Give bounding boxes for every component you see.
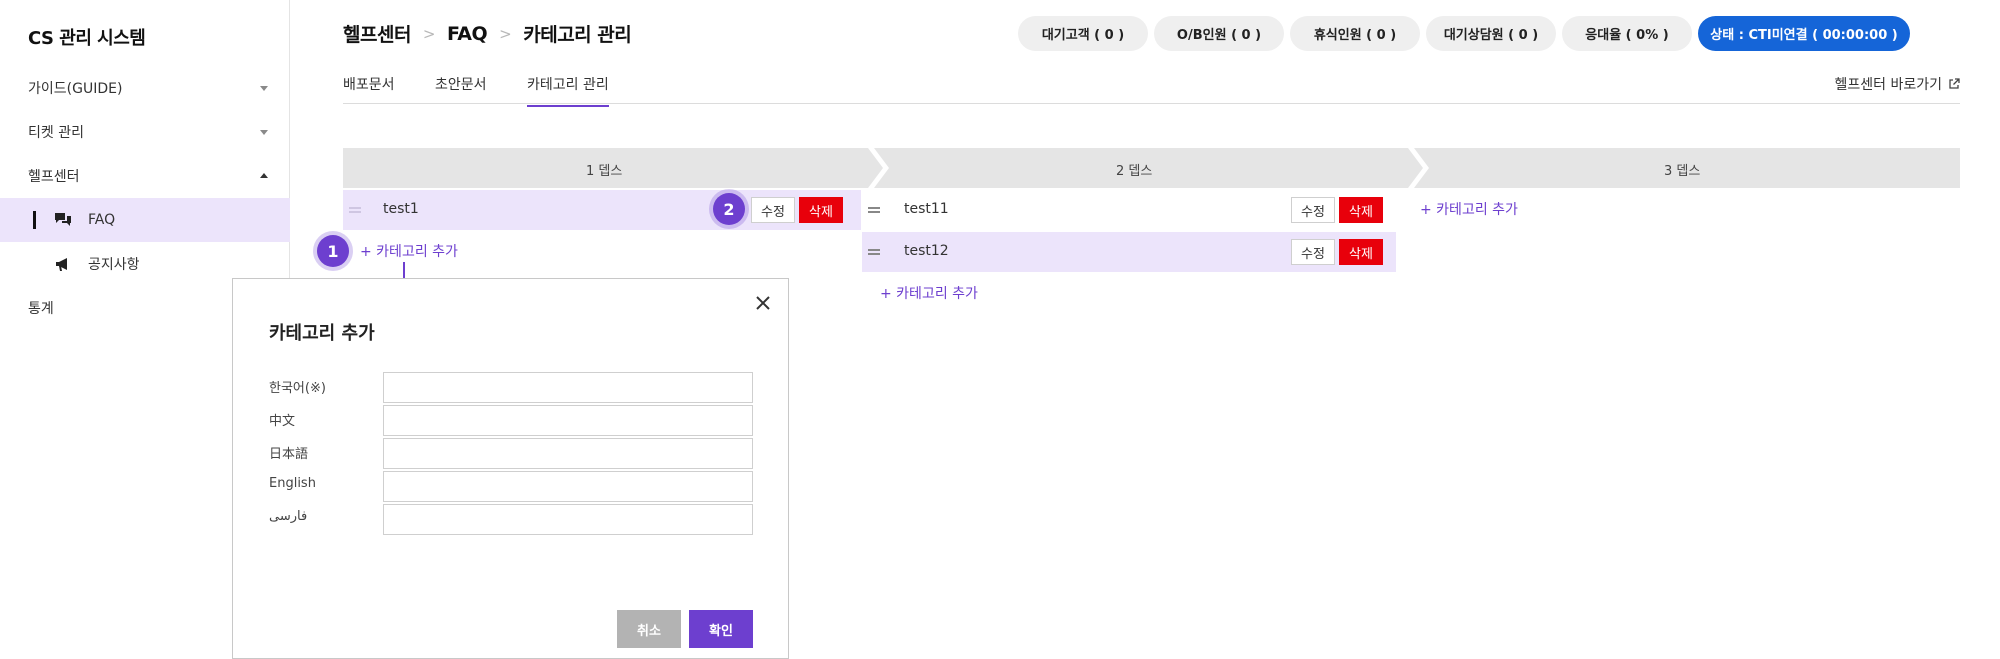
chevron-right-icon: > bbox=[422, 24, 436, 43]
stat-response-rate: 응대율 ( 0% ) bbox=[1562, 16, 1692, 51]
callout-badge: 2 bbox=[713, 193, 745, 225]
delete-button[interactable]: 삭제 bbox=[799, 197, 843, 223]
edit-button[interactable]: 수정 bbox=[1291, 239, 1335, 265]
sidebar-item-label: 헬프센터 bbox=[28, 169, 80, 185]
field-label-chinese: 中文 bbox=[269, 414, 296, 429]
callout-badge: 1 bbox=[317, 235, 349, 267]
category-row[interactable]: test1 수정 삭제 bbox=[343, 190, 861, 230]
sidebar-item-guide[interactable]: 가이드(GUIDE) bbox=[0, 66, 290, 110]
sidebar-item-helpcenter[interactable]: 헬프센터 bbox=[0, 154, 290, 198]
drag-handle-icon[interactable] bbox=[868, 207, 880, 213]
breadcrumb: 헬프센터 > FAQ > 카테고리 관리 bbox=[343, 20, 632, 47]
confirm-button[interactable]: 확인 bbox=[689, 610, 753, 648]
sidebar-item-label: 통계 bbox=[28, 301, 54, 317]
category-label: test11 bbox=[904, 201, 949, 217]
category-label: test1 bbox=[383, 201, 419, 217]
delete-button[interactable]: 삭제 bbox=[1339, 239, 1383, 265]
helpcenter-link[interactable]: 헬프센터 바로가기 bbox=[1835, 74, 1961, 94]
app-title: CS 관리 시스템 bbox=[28, 28, 146, 49]
dialog-title: 카테고리 추가 bbox=[269, 323, 375, 344]
active-indicator bbox=[33, 211, 36, 229]
sidebar-subitem-label: FAQ bbox=[88, 212, 116, 228]
edit-button[interactable]: 수정 bbox=[1291, 197, 1335, 223]
chevron-up-icon bbox=[260, 173, 268, 178]
tab-category-manage[interactable]: 카테고리 관리 bbox=[527, 74, 609, 107]
depth-label-2: 2 뎁스 bbox=[1116, 164, 1153, 179]
stat-resting: 휴식인원 ( 0 ) bbox=[1290, 16, 1420, 51]
chevron-right-icon: > bbox=[499, 24, 512, 43]
field-label-english: English bbox=[269, 476, 316, 491]
delete-button[interactable]: 삭제 bbox=[1339, 197, 1383, 223]
agent-stats: 대기고객 ( 0 ) O/B인원 ( 0 ) 휴식인원 ( 0 ) 대기상담원 … bbox=[1018, 16, 1910, 51]
page-title: 카테고리 관리 bbox=[523, 24, 632, 46]
add-category-link-depth2[interactable]: + 카테고리 추가 bbox=[880, 283, 978, 303]
add-category-dialog: 카테고리 추가 한국어(※) 中文 日本語 English فارسی 취소 확… bbox=[232, 278, 789, 659]
stat-waiting-agents: 대기상담원 ( 0 ) bbox=[1426, 16, 1556, 51]
category-row[interactable]: test11 수정 삭제 bbox=[862, 190, 1396, 230]
field-label-persian: فارسی bbox=[269, 509, 308, 524]
sidebar-subitem-faq[interactable]: FAQ bbox=[0, 198, 290, 242]
chat-icon bbox=[55, 213, 71, 226]
megaphone-icon bbox=[56, 258, 67, 271]
tab-published[interactable]: 배포문서 bbox=[343, 74, 395, 94]
depth-label-1: 1 뎁스 bbox=[586, 164, 623, 179]
add-category-link-depth1[interactable]: + 카테고리 추가 bbox=[360, 241, 458, 261]
add-category-link-depth3[interactable]: + 카테고리 추가 bbox=[1420, 199, 1518, 219]
sidebar-item-ticket[interactable]: 티켓 관리 bbox=[0, 110, 290, 154]
breadcrumb-item[interactable]: 헬프센터 bbox=[343, 20, 411, 47]
category-label: test12 bbox=[904, 243, 949, 259]
external-link-icon bbox=[1949, 78, 1960, 89]
sidebar-subitem-label: 공지사항 bbox=[88, 257, 140, 273]
tab-drafts[interactable]: 초안문서 bbox=[435, 74, 487, 94]
doc-tabs: 배포문서 초안문서 카테고리 관리 헬프센터 바로가기 bbox=[343, 60, 1961, 107]
breadcrumb-item[interactable]: FAQ bbox=[447, 23, 488, 45]
stat-outbound: O/B인원 ( 0 ) bbox=[1154, 16, 1284, 51]
field-label-japanese: 日本語 bbox=[269, 447, 309, 462]
chinese-name-field[interactable] bbox=[383, 405, 753, 436]
chevron-down-icon bbox=[260, 130, 268, 135]
category-row[interactable]: test12 수정 삭제 bbox=[862, 232, 1396, 272]
field-label-korean: 한국어(※) bbox=[269, 381, 326, 396]
helpcenter-link-label: 헬프센터 바로가기 bbox=[1834, 77, 1943, 93]
cancel-button[interactable]: 취소 bbox=[617, 610, 681, 648]
english-name-field[interactable] bbox=[383, 471, 753, 502]
persian-name-field[interactable] bbox=[383, 504, 753, 535]
depth-header: 1 뎁스 2 뎁스 3 뎁스 bbox=[343, 148, 1960, 188]
depth-label-3: 3 뎁스 bbox=[1664, 164, 1701, 179]
edit-button[interactable]: 수정 bbox=[751, 197, 795, 223]
korean-name-field[interactable] bbox=[383, 372, 753, 403]
stat-waiting-customers: 대기고객 ( 0 ) bbox=[1018, 16, 1148, 51]
close-icon[interactable] bbox=[753, 293, 773, 313]
sidebar-item-label: 티켓 관리 bbox=[28, 125, 84, 141]
sidebar-item-label: 가이드(GUIDE) bbox=[28, 81, 123, 97]
drag-handle-icon[interactable] bbox=[868, 249, 880, 255]
drag-handle-icon[interactable] bbox=[349, 207, 361, 213]
japanese-name-field[interactable] bbox=[383, 438, 753, 469]
cti-status-button[interactable]: 상태 : CTI미연결 ( 00:00:00 ) bbox=[1698, 16, 1910, 51]
chevron-down-icon bbox=[260, 86, 268, 91]
